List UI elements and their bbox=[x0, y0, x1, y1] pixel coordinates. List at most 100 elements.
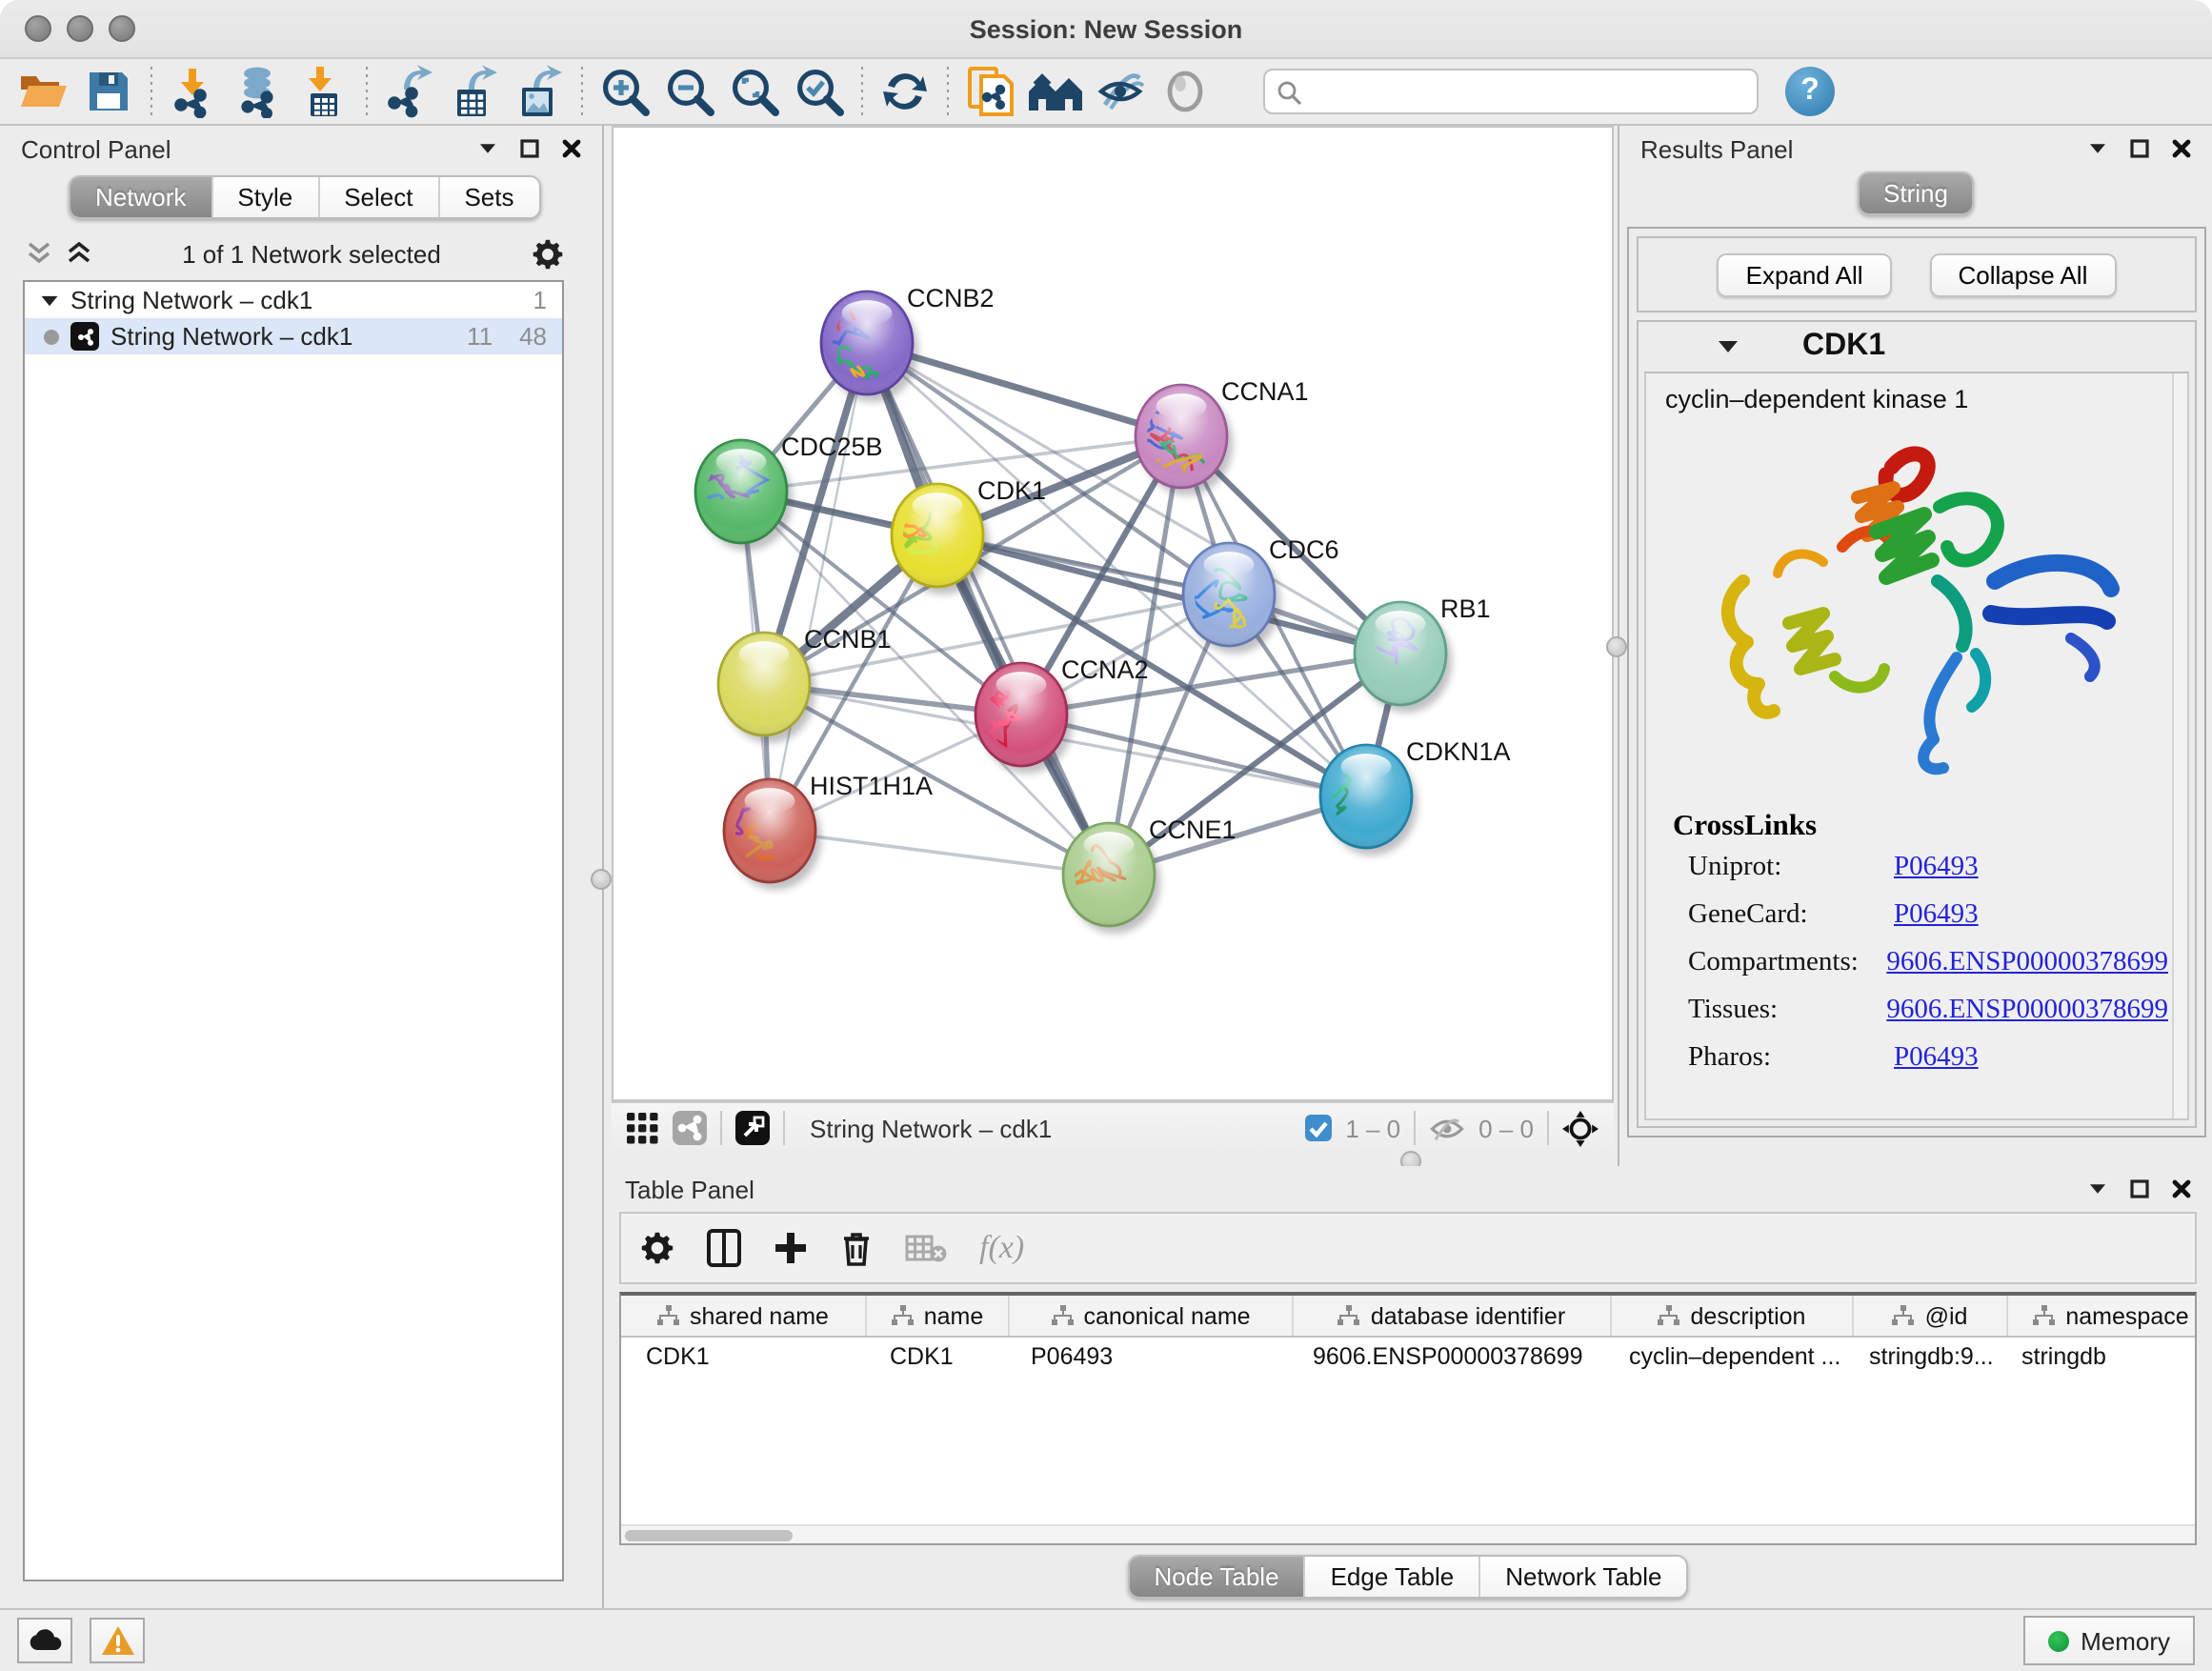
network-options-gear-icon[interactable] bbox=[532, 237, 564, 270]
column-header-database-identifier[interactable]: database identifier bbox=[1294, 1296, 1612, 1336]
tab-network[interactable]: Network bbox=[70, 177, 212, 217]
network-graph[interactable]: CCNB2CCNA1CDC25BCDK1CDC6RB1CCNB1CCNA2CDK… bbox=[613, 128, 1612, 1101]
memory-button[interactable]: Memory bbox=[2023, 1616, 2195, 1665]
delete-column-trash-icon[interactable] bbox=[840, 1229, 873, 1267]
column-header-namespace[interactable]: namespace bbox=[2008, 1296, 2197, 1336]
expand-all-button[interactable]: Expand All bbox=[1718, 252, 1892, 296]
node-CCNA1[interactable] bbox=[1124, 385, 1233, 496]
crosslink-link[interactable]: 9606.ENSP00000378699 bbox=[1886, 995, 2168, 1027]
hidden-node-edge-count: 0 – 0 bbox=[1478, 1114, 1534, 1142]
results-vertical-scrollbar[interactable] bbox=[2172, 373, 2187, 1118]
home-stringapp-button[interactable] bbox=[1023, 63, 1088, 120]
expand-all-icon[interactable] bbox=[67, 242, 91, 265]
tab-network-table[interactable]: Network Table bbox=[1480, 1557, 1686, 1597]
panel-menu-icon[interactable] bbox=[473, 135, 503, 162]
export-network-button[interactable] bbox=[377, 63, 442, 120]
close-panel-icon[interactable] bbox=[556, 135, 587, 162]
network-list: String Network – cdk1 1 String Network –… bbox=[23, 280, 564, 1581]
zoom-selected-button[interactable] bbox=[787, 63, 852, 120]
help-button[interactable]: ? bbox=[1785, 67, 1835, 116]
apply-layout-button[interactable] bbox=[873, 63, 937, 120]
selected-checkbox-icon[interactable] bbox=[1305, 1115, 1332, 1141]
column-header-name[interactable]: name bbox=[867, 1296, 1010, 1336]
network-share-mode-icon[interactable] bbox=[673, 1111, 707, 1145]
panel-menu-icon[interactable] bbox=[2082, 135, 2113, 162]
results-divider-grip[interactable] bbox=[1606, 636, 1627, 657]
column-header-@id[interactable]: @id bbox=[1854, 1296, 2008, 1336]
cloud-icon bbox=[28, 1629, 62, 1652]
float-panel-icon[interactable] bbox=[2124, 1176, 2155, 1202]
node-CCNE1[interactable] bbox=[1063, 823, 1160, 934]
node-CCNA2[interactable] bbox=[975, 663, 1073, 774]
collection-expand-icon[interactable] bbox=[42, 295, 58, 305]
table-horizontal-scrollbar[interactable] bbox=[621, 1524, 2195, 1543]
zoom-fit-button[interactable] bbox=[722, 63, 787, 120]
column-header-canonical-name[interactable]: canonical name bbox=[1010, 1296, 1294, 1336]
float-panel-icon[interactable] bbox=[514, 135, 545, 162]
tab-style[interactable]: Style bbox=[212, 177, 319, 217]
tab-edge-table[interactable]: Edge Table bbox=[1306, 1557, 1481, 1597]
control-panel: Control Panel NetworkStyleSelectSets 1 o… bbox=[0, 126, 604, 1608]
collapse-all-icon[interactable] bbox=[27, 242, 51, 265]
node-CDC6[interactable] bbox=[1183, 543, 1280, 654]
show-graphics-details-button[interactable] bbox=[1153, 63, 1217, 120]
crosslink-link[interactable]: P06493 bbox=[1894, 899, 1979, 932]
tab-string[interactable]: String bbox=[1859, 173, 1973, 213]
save-session-button[interactable] bbox=[76, 63, 141, 120]
float-panel-icon[interactable] bbox=[2124, 135, 2155, 162]
panel-menu-icon[interactable] bbox=[2082, 1176, 2113, 1202]
show-columns-icon[interactable] bbox=[707, 1229, 741, 1267]
warnings-button[interactable] bbox=[90, 1618, 145, 1663]
column-header-description[interactable]: description bbox=[1612, 1296, 1854, 1336]
edge-CCNB2-HIST1H1A[interactable] bbox=[770, 343, 867, 831]
network-collection-row[interactable]: String Network – cdk1 1 bbox=[25, 282, 562, 318]
export-table-button[interactable] bbox=[442, 63, 507, 120]
cytoscape-window: Session: New Session bbox=[0, 0, 2212, 1671]
close-panel-icon[interactable] bbox=[2166, 135, 2197, 162]
panel-divider-grip[interactable] bbox=[591, 869, 612, 890]
network-canvas[interactable]: CCNB2CCNA1CDC25BCDK1CDC6RB1CCNB1CCNA2CDK… bbox=[612, 126, 1614, 1101]
pan-crosshair-icon[interactable] bbox=[1562, 1110, 1599, 1146]
node-RB1[interactable] bbox=[1355, 602, 1452, 713]
export-image-button[interactable] bbox=[507, 63, 572, 120]
crosslink-label: Uniprot: bbox=[1688, 852, 1894, 884]
close-panel-icon[interactable] bbox=[2166, 1176, 2197, 1202]
selected-node-edge-count: 1 – 0 bbox=[1345, 1114, 1400, 1142]
scrollbar-thumb[interactable] bbox=[625, 1529, 793, 1540]
collapse-all-button[interactable]: Collapse All bbox=[1930, 252, 2117, 296]
table-cell: CDK1 bbox=[865, 1343, 1006, 1370]
crosslink-row: Pharos:P06493 bbox=[1688, 1042, 2168, 1075]
import-table-button[interactable] bbox=[292, 63, 356, 120]
column-header-shared-name[interactable]: shared name bbox=[621, 1296, 867, 1336]
grid-mode-icon[interactable] bbox=[627, 1112, 659, 1144]
cloud-status-button[interactable] bbox=[17, 1618, 72, 1663]
clone-network-button[interactable] bbox=[958, 63, 1023, 120]
node-HIST1H1A[interactable] bbox=[691, 779, 821, 890]
crosslink-link[interactable]: P06493 bbox=[1894, 852, 1979, 884]
tab-select[interactable]: Select bbox=[319, 177, 439, 217]
node-CDC25B[interactable] bbox=[681, 440, 793, 551]
table-row[interactable]: CDK1CDK1P064939606.ENSP00000378699cyclin… bbox=[621, 1338, 2195, 1376]
zoom-out-button[interactable] bbox=[657, 63, 722, 120]
open-session-button[interactable] bbox=[11, 63, 76, 120]
section-collapse-icon[interactable] bbox=[1719, 341, 1738, 352]
birds-eye-view-icon[interactable] bbox=[735, 1111, 770, 1145]
node-CCNB2[interactable] bbox=[809, 292, 918, 404]
tab-node-table[interactable]: Node Table bbox=[1129, 1557, 1305, 1597]
node-CDKN1A[interactable] bbox=[1297, 745, 1418, 856]
tab-sets[interactable]: Sets bbox=[439, 177, 538, 217]
zoom-selected-icon bbox=[794, 66, 845, 117]
crosslink-link[interactable]: 9606.ENSP00000378699 bbox=[1886, 947, 2168, 979]
hidden-eye-slash-icon bbox=[1429, 1114, 1465, 1142]
hide-unhide-button[interactable] bbox=[1088, 63, 1153, 120]
search-input[interactable] bbox=[1309, 76, 1745, 107]
table-options-gear-icon[interactable] bbox=[640, 1231, 674, 1265]
cdk1-section-header[interactable]: CDK1 bbox=[1639, 322, 2195, 372]
zoom-in-button[interactable] bbox=[593, 63, 657, 120]
network-row-selected[interactable]: String Network – cdk1 11 48 bbox=[25, 318, 562, 354]
import-network-button[interactable] bbox=[162, 63, 227, 120]
import-network-from-database-button[interactable] bbox=[227, 63, 292, 120]
crosslink-link[interactable]: P06493 bbox=[1894, 1042, 1979, 1075]
edge-CCNA2-CDKN1A[interactable] bbox=[1021, 715, 1366, 796]
add-column-icon[interactable] bbox=[774, 1231, 808, 1265]
